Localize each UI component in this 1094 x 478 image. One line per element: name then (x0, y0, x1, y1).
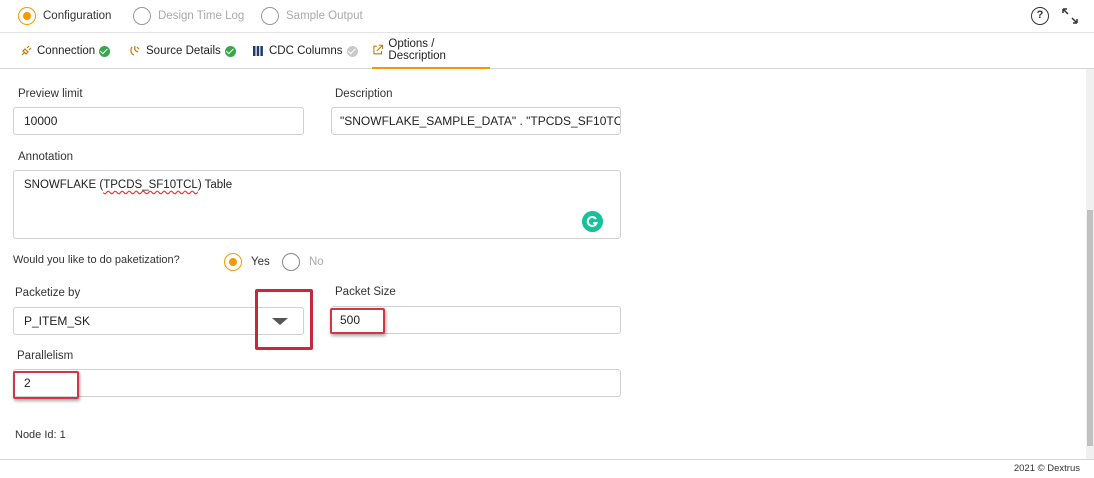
tab-label: Source Details (146, 45, 221, 57)
check-icon (99, 45, 111, 57)
step-label: Sample Output (286, 10, 363, 22)
columns-icon (253, 46, 263, 56)
tab-cdc-columns[interactable]: CDC Columns (252, 33, 358, 69)
preview-limit-input[interactable]: 10000 (13, 107, 304, 135)
expand-icon[interactable] (1060, 6, 1080, 26)
tab-source-details[interactable]: Source Details (129, 33, 236, 69)
tab-label: Connection (37, 45, 96, 57)
parallelism-label: Parallelism (17, 350, 74, 362)
radio-icon (224, 253, 242, 271)
parallelism-highlight-box (13, 371, 79, 399)
footer: 2021 © Dextrus (0, 459, 1094, 478)
tab-options-description[interactable]: Options / Description (372, 33, 490, 69)
radio-label: No (309, 256, 324, 268)
external-link-icon (373, 44, 383, 55)
help-icon[interactable]: ? (1031, 7, 1049, 25)
step-radio-icon (261, 7, 279, 25)
paketization-yes-radio[interactable]: Yes (224, 253, 270, 271)
parallelism-input[interactable]: 2 (13, 369, 621, 397)
step-sample-output[interactable]: Sample Output (261, 6, 363, 26)
packetize-by-label: Packetize by (15, 287, 81, 299)
paketization-question: Would you like to do paketization? (13, 254, 180, 266)
paketization-no-radio[interactable]: No (282, 253, 324, 271)
annotation-spellcheck-text: TPCDS_SF10TCL (103, 179, 198, 191)
tab-bar: Connection Source Details CDC Columns Op… (0, 33, 1094, 69)
check-icon (224, 45, 236, 57)
copyright-text: 2021 © Dextrus (1013, 463, 1080, 474)
tab-label: CDC Columns (269, 45, 343, 57)
scrollbar-thumb[interactable] (1087, 210, 1093, 446)
radio-label: Yes (251, 256, 270, 268)
description-label: Description (335, 88, 393, 100)
check-icon (346, 45, 358, 57)
source-icon (130, 45, 140, 56)
packet-size-highlight-box (330, 308, 385, 334)
step-radio-icon (18, 7, 36, 25)
tab-connection[interactable]: Connection (20, 33, 111, 69)
step-radio-icon (133, 7, 151, 25)
grammarly-icon[interactable] (582, 211, 603, 232)
stepper-bar: Configuration Design Time Log Sample Out… (0, 0, 1094, 33)
step-label: Configuration (43, 10, 112, 22)
tab-label: Options / Description (388, 38, 446, 62)
description-input[interactable]: "SNOWFLAKE_SAMPLE_DATA" . "TPCDS_SF10TCL… (331, 107, 621, 135)
chevron-down-icon[interactable] (272, 318, 288, 325)
annotation-text: ) Table (197, 179, 233, 191)
annotation-label: Annotation (18, 151, 73, 163)
plug-icon (21, 45, 32, 56)
annotation-text: SNOWFLAKE ( (24, 179, 104, 191)
step-label: Design Time Log (158, 10, 245, 22)
step-design-time-log[interactable]: Design Time Log (133, 6, 244, 26)
node-id: Node Id: 1 (15, 429, 66, 441)
packet-size-label: Packet Size (335, 286, 396, 298)
annotation-textarea[interactable]: SNOWFLAKE (TPCDS_SF10TCL) Table (13, 170, 621, 239)
preview-limit-label: Preview limit (18, 88, 83, 100)
radio-icon (282, 253, 300, 271)
step-configuration[interactable]: Configuration (18, 6, 111, 26)
